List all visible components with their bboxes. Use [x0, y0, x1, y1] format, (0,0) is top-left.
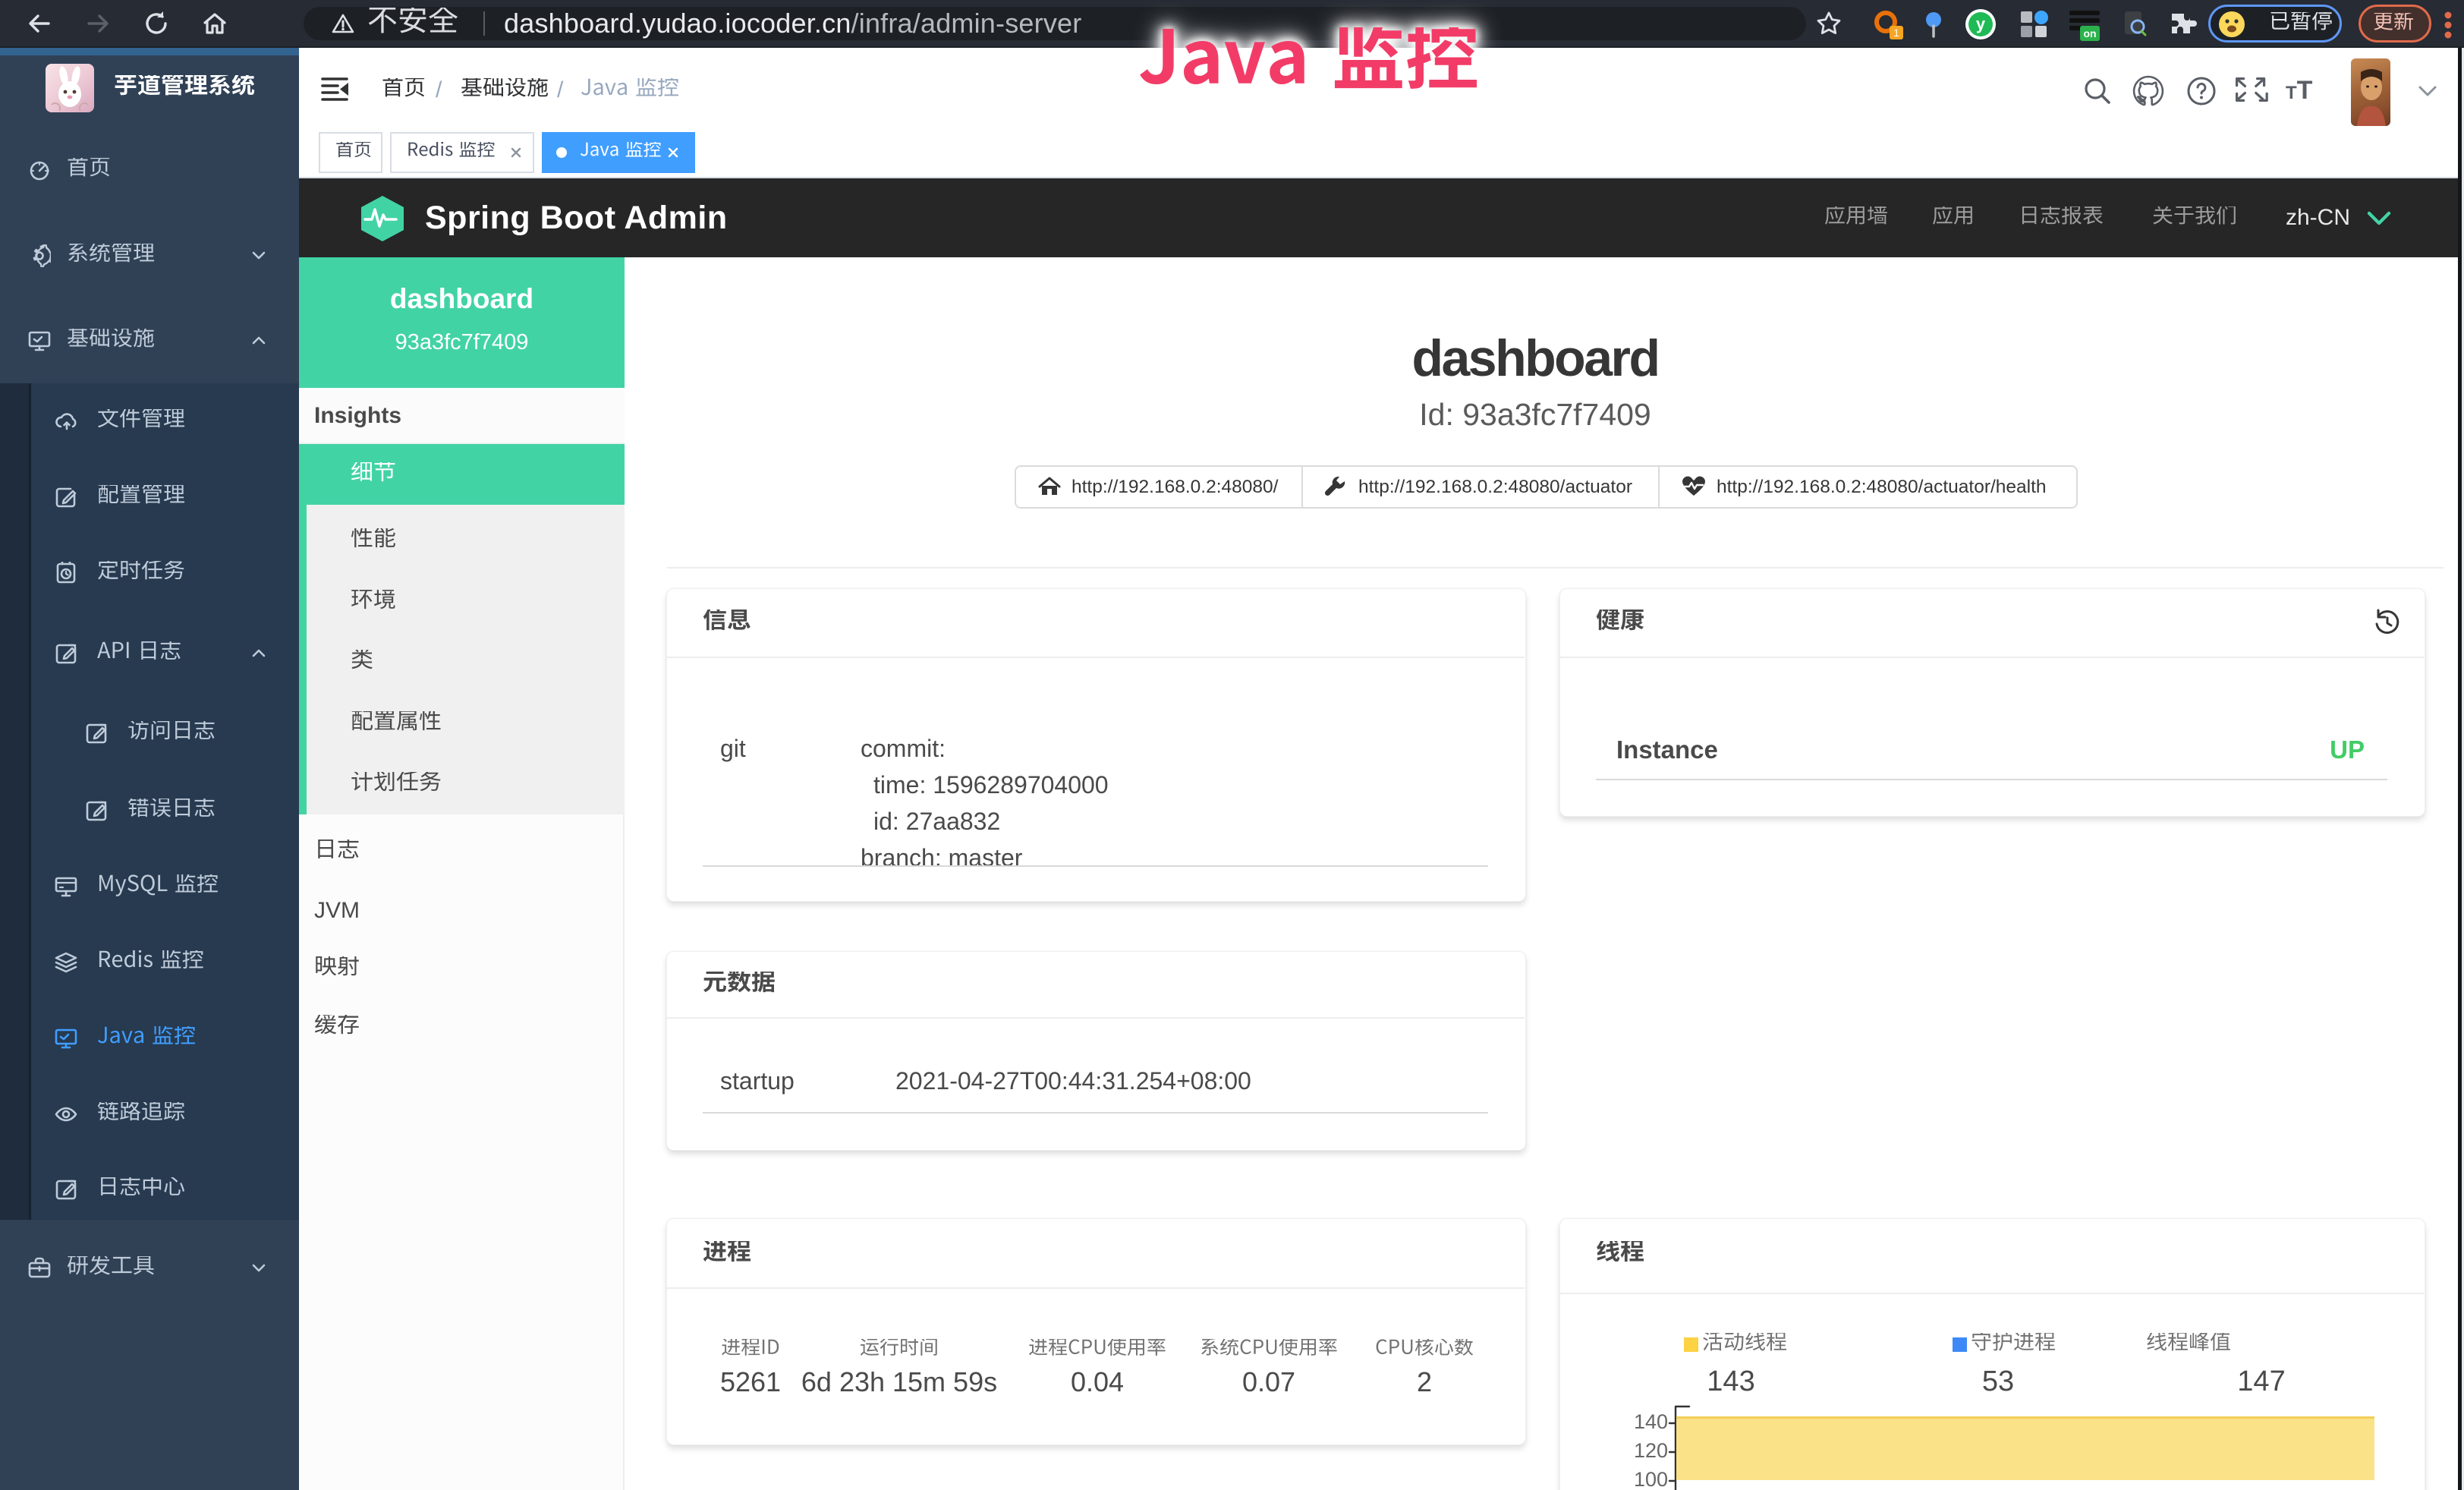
svg-text:y: y	[1976, 14, 1986, 33]
svg-text:on: on	[2083, 27, 2096, 39]
svg-text:1: 1	[1893, 27, 1899, 39]
